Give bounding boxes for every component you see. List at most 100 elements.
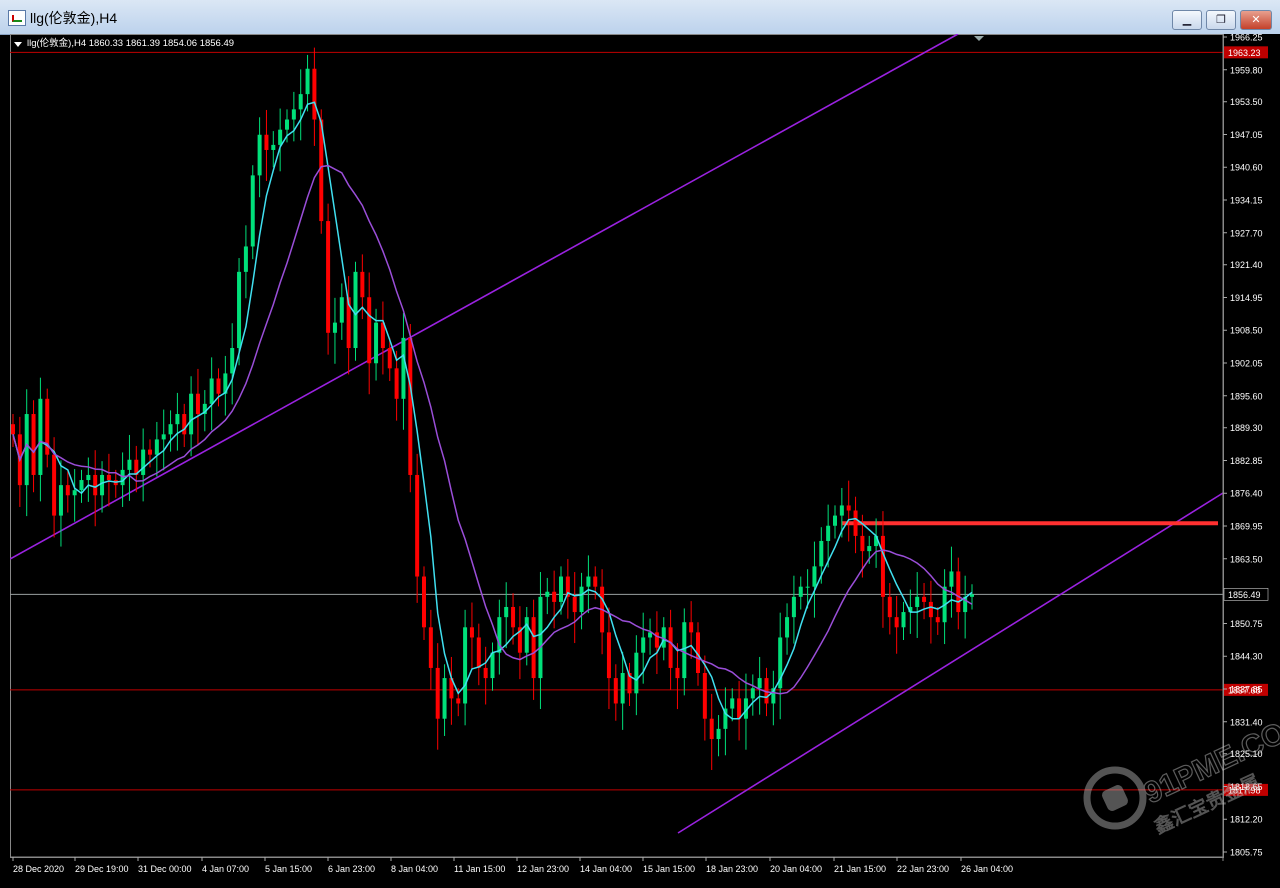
price-tick-label: 1805.75 [1230,848,1263,858]
price-tick-label: 1837.85 [1230,685,1263,695]
candle-body [970,594,974,597]
candle-body [750,688,755,699]
candle-body [127,459,132,470]
candle-body [949,571,954,587]
candle-body [559,576,563,602]
candle-body [867,546,872,552]
candle-body [812,566,817,587]
candle-body [24,414,29,486]
candle-body [278,129,283,145]
time-tick-label: 29 Dec 19:00 [75,864,129,874]
title-bar[interactable]: llg(伦敦金),H4 ▁ ❐ ✕ [0,0,1280,35]
chart-window-icon [8,10,26,26]
restore-button[interactable]: ❐ [1206,10,1236,30]
candle-body [702,673,707,719]
minimize-button[interactable]: ▁ [1172,10,1202,30]
time-tick-label: 15 Jan 15:00 [643,864,695,874]
candle-body [31,414,36,475]
candle-body [189,393,194,435]
candle-body [593,576,598,587]
candle-body [250,175,255,247]
time-tick-label: 18 Jan 23:00 [706,864,758,874]
candle-body [853,510,858,536]
time-tick-label: 21 Jan 15:00 [834,864,886,874]
chart-area[interactable]: 1963.23 1837.68 1817.98 1856.49 1966.25 1959… [9,33,1280,884]
window-title: llg(伦敦金),H4 [30,10,118,26]
chart-header: llg(伦敦金),H4 1860.33 1861.39 1854.06 1856… [14,37,234,49]
price-tick-label: 1921.40 [1230,260,1263,270]
candle-body [730,698,735,709]
candle-body [271,144,276,150]
price-tick-label: 1927.70 [1230,228,1263,238]
candle-body [531,617,536,679]
candle-body [675,667,680,679]
candle-body [524,617,529,653]
price-tick-label: 1959.80 [1230,65,1263,75]
candle-body [312,68,317,120]
candle-body [394,368,399,399]
candle-body [353,271,358,349]
price-chart[interactable]: 1963.231837.681817.981856.49 1966.251959… [9,33,1280,884]
candle-body [209,378,214,404]
candle-body [216,378,221,394]
candle-body [79,480,84,491]
candle-body [504,606,509,618]
price-tick-label: 1908.50 [1230,326,1263,336]
price-tick-label: 1895.60 [1230,391,1263,401]
candle-body [894,617,899,628]
candle-body [901,612,906,628]
candle-body [100,474,105,496]
candle-body [401,337,406,399]
candle-body [230,348,235,374]
candle-body [52,454,57,516]
candle-body [819,540,824,567]
price-tick-label: 1914.95 [1230,293,1263,303]
price-tick-label: 1869.95 [1230,522,1263,532]
candle-body [264,134,269,150]
candle-body [887,596,892,618]
candle-body [291,109,296,120]
horizontal-level-label: 1963.23 [1228,48,1261,58]
candle-body [716,728,721,740]
candle-body [285,119,289,130]
candle-body [38,398,43,475]
time-tick-label: 11 Jan 15:00 [454,864,505,874]
candle-body [641,637,646,653]
candle-body [360,271,365,298]
candle-body [58,485,63,516]
candle-body [935,617,940,623]
candle-body [65,485,70,496]
price-tick-label: 1844.30 [1230,652,1263,662]
candle-body [154,439,159,455]
price-tick-label: 1889.30 [1230,423,1263,433]
candle-body [928,601,933,618]
candle-body [422,576,426,628]
candle-body [182,414,187,435]
time-tick-label: 20 Jan 04:00 [770,864,822,874]
candle-body [839,505,844,516]
time-tick-label: 28 Dec 2020 [13,864,64,874]
chart-background [10,34,1280,884]
candle-body [195,393,200,415]
candle-body [613,678,618,704]
candle-body [374,322,379,364]
candle-body [161,434,166,440]
candle-body [689,622,694,633]
candle-body [332,322,337,333]
candle-body [243,246,248,272]
candle-body [469,627,474,638]
time-tick-label: 5 Jan 15:00 [265,864,312,874]
candle-body [298,94,303,110]
price-tick-label: 1934.15 [1230,196,1263,206]
candle-body [860,535,865,552]
close-button[interactable]: ✕ [1240,10,1272,30]
candle-body [826,525,831,541]
candle-body [367,297,372,364]
price-tick-label: 1940.60 [1230,163,1263,173]
candle-body [305,68,310,95]
candle-body [579,586,584,613]
candle-body [846,505,851,511]
time-tick-label: 26 Jan 04:00 [961,864,1013,874]
candle-body [476,637,481,668]
candle-body [175,414,180,425]
